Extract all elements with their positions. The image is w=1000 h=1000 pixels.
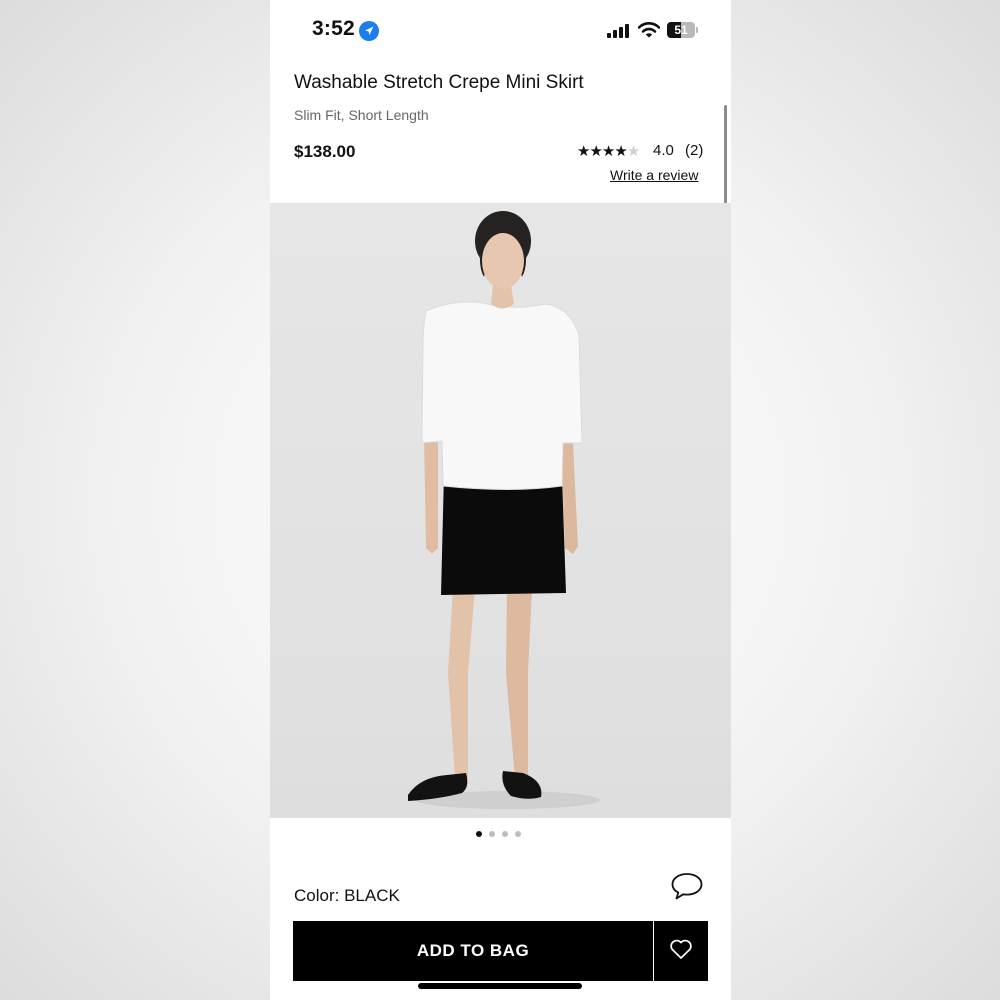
review-count: (2) xyxy=(685,142,704,159)
location-icon xyxy=(359,21,379,41)
write-review-link[interactable]: Write a review xyxy=(610,167,698,183)
carousel-dot[interactable] xyxy=(515,831,521,837)
star-icon: ★ xyxy=(577,143,590,160)
add-to-bag-button[interactable]: ADD TO BAG xyxy=(293,921,653,981)
carousel-dots[interactable] xyxy=(476,831,521,839)
status-time: 3:52 xyxy=(312,17,355,40)
battery-level: 51 xyxy=(674,23,688,37)
heart-icon xyxy=(669,938,693,965)
carousel-dot[interactable] xyxy=(502,831,508,837)
rating-value: 4.0 xyxy=(653,142,674,159)
star-icon: ★ xyxy=(626,143,640,160)
battery-icon: 51 xyxy=(667,22,700,38)
product-subtitle: Slim Fit, Short Length xyxy=(294,107,429,123)
star-icon: ★ xyxy=(614,143,627,160)
chat-icon[interactable] xyxy=(670,871,704,901)
home-indicator[interactable] xyxy=(418,983,582,989)
carousel-dot[interactable] xyxy=(489,831,495,837)
wishlist-button[interactable] xyxy=(654,921,708,981)
product-title: Washable Stretch Crepe Mini Skirt xyxy=(294,72,584,93)
signal-icon xyxy=(607,24,631,38)
star-icon: ★ xyxy=(589,143,602,160)
carousel-dot[interactable] xyxy=(476,831,482,837)
rating-stars: ★★★★★ xyxy=(577,142,640,160)
color-label: Color: BLACK xyxy=(294,886,400,905)
wifi-icon xyxy=(637,21,661,39)
phone-screen: 3:52 51 Washable Stretch Crepe Mini Skir… xyxy=(270,0,731,1000)
star-icon: ★ xyxy=(601,143,615,160)
product-image[interactable] xyxy=(270,203,731,818)
product-price: $138.00 xyxy=(294,142,356,161)
